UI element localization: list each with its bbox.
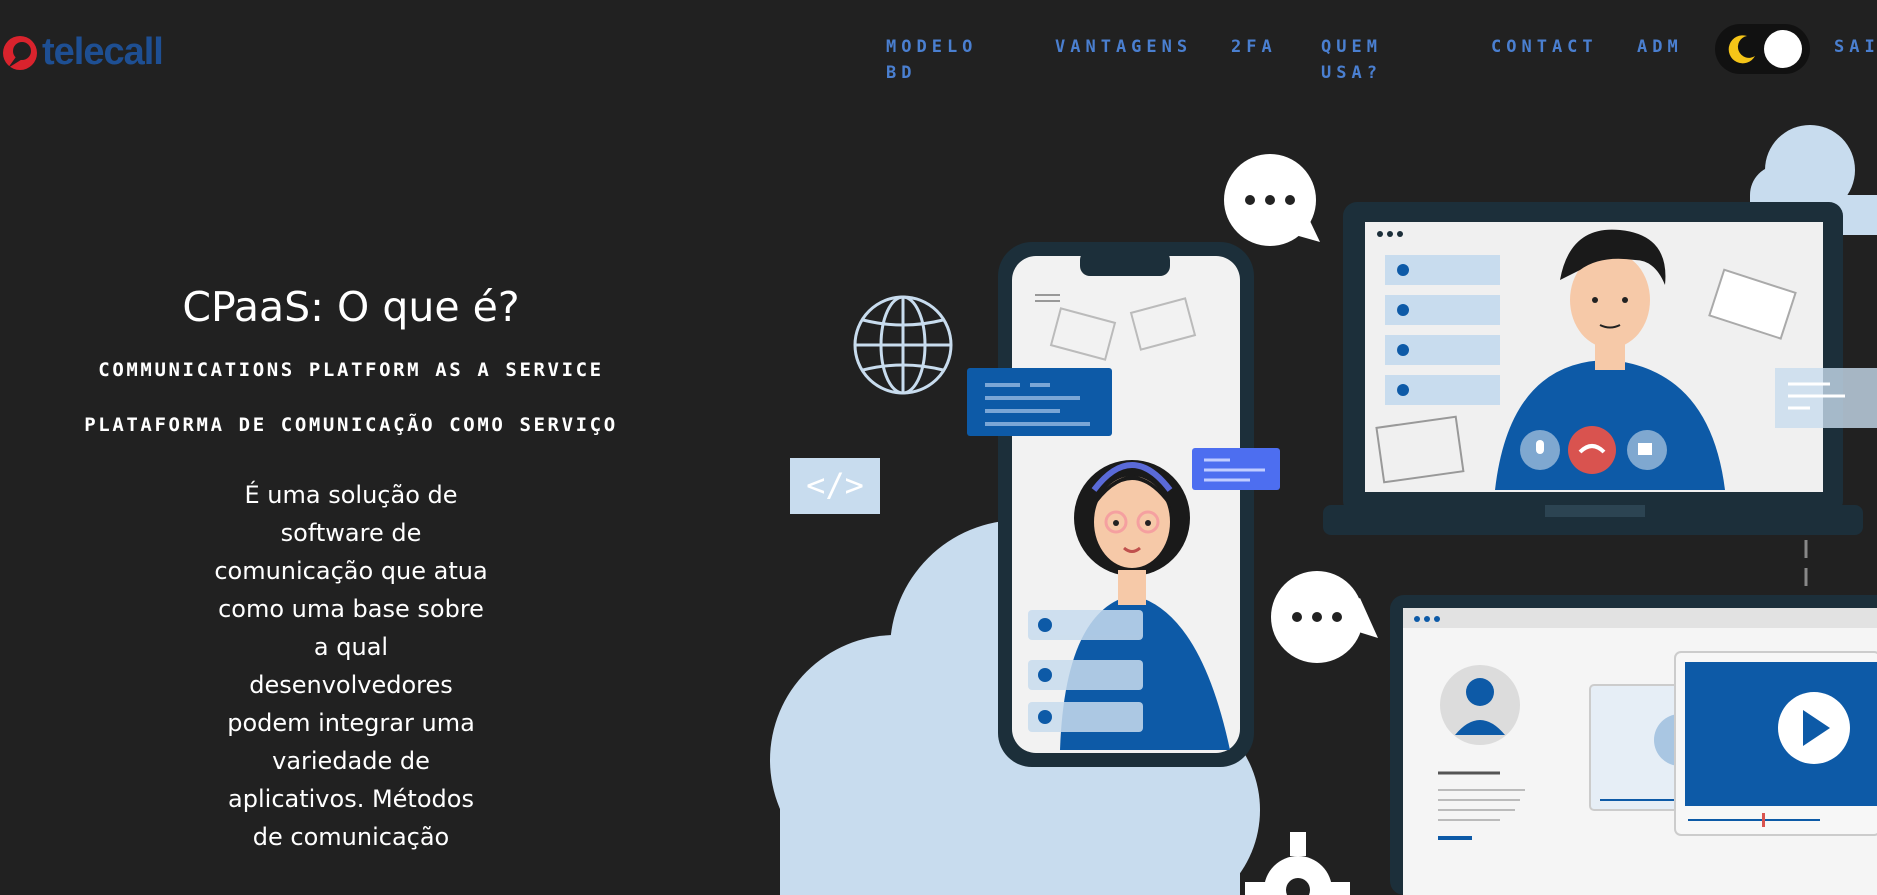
nav-contact[interactable]: Contact <box>1491 34 1641 60</box>
cpaas-illustration: </> <box>770 125 1877 895</box>
speech-bubble-icon <box>1271 571 1378 663</box>
chat-panel <box>1192 448 1280 490</box>
globe-icon <box>853 295 953 395</box>
chat-panel <box>967 368 1112 436</box>
telecall-logo-mark <box>3 36 37 70</box>
nav-2fa[interactable]: 2FA <box>1231 34 1291 60</box>
subtitle-portuguese: Plataforma de Comunicação como Serviço <box>84 414 618 436</box>
theme-toggle[interactable] <box>1715 24 1810 74</box>
speech-bubble-icon <box>1224 154 1320 246</box>
logo-text: telecall <box>42 31 164 73</box>
hero-description: É uma solução de software de comunicação… <box>214 481 488 851</box>
browser-window <box>1390 595 1877 895</box>
nav-sair[interactable]: Sair <box>1834 34 1877 60</box>
phone-mockup <box>998 242 1254 767</box>
nav-adm[interactable]: ADM <box>1637 34 1707 60</box>
nav-vantagens[interactable]: Vantagens <box>1055 34 1215 60</box>
nav-quem-usa[interactable]: Quem usa? <box>1321 34 1431 86</box>
svg-text:</>: </> <box>806 466 864 504</box>
info-panel <box>1775 368 1877 428</box>
subtitle-english: Communications Platform as a Service <box>98 359 604 381</box>
telecall-logo[interactable]: telecall <box>0 31 164 73</box>
moon-icon <box>1728 35 1755 64</box>
code-icon: </> <box>790 458 880 514</box>
nav-modelo-bd[interactable]: Modelo BD <box>886 34 1001 86</box>
toggle-knob <box>1764 30 1802 68</box>
hero-title: CPaaS: O que é? <box>182 283 520 331</box>
gear-icon <box>1245 832 1350 895</box>
